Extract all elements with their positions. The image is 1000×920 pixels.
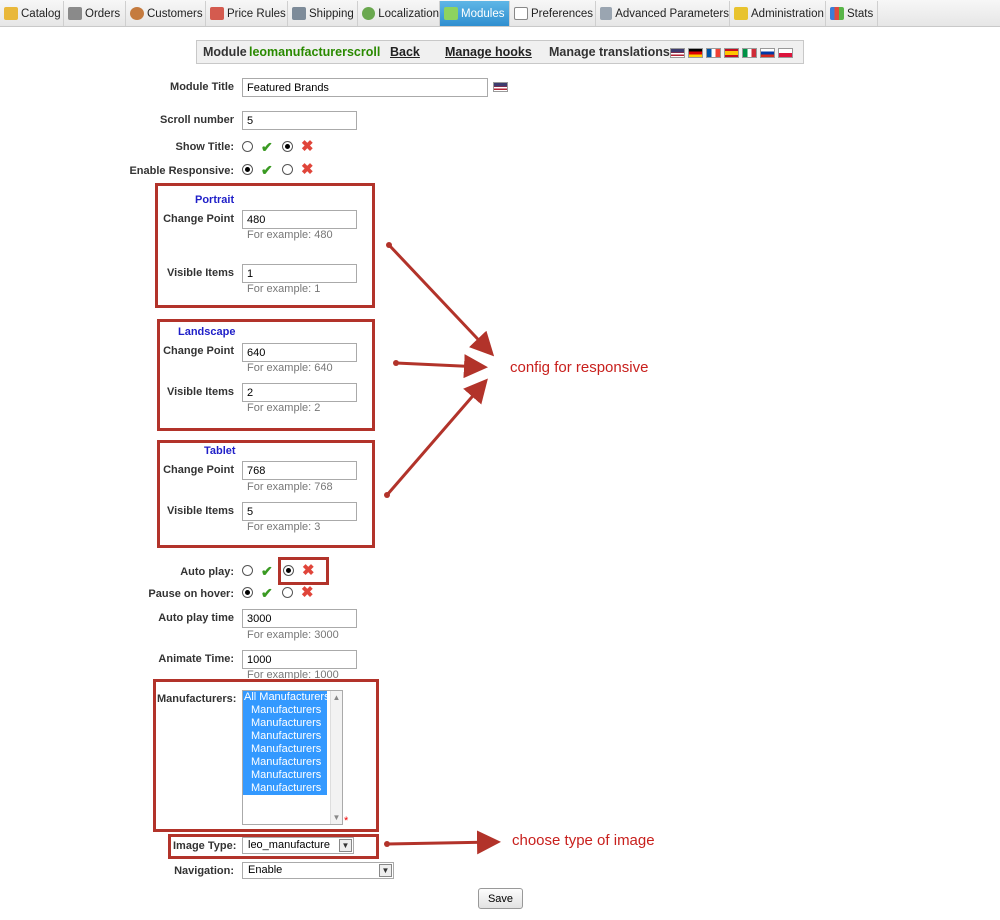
arrow-portrait xyxy=(387,243,495,357)
responsive-annotation-text: config for responsive xyxy=(510,359,649,376)
arrow-dot xyxy=(386,242,392,248)
arrow-dot xyxy=(384,492,390,498)
arrow-dot xyxy=(384,841,390,847)
arrow-dot xyxy=(393,360,399,366)
image-type-annotation-text: choose type of image xyxy=(512,832,655,849)
arrow-image-type xyxy=(386,830,501,855)
arrow-tablet xyxy=(385,378,488,496)
arrow-landscape xyxy=(395,354,488,379)
annotation-arrows xyxy=(384,242,501,855)
